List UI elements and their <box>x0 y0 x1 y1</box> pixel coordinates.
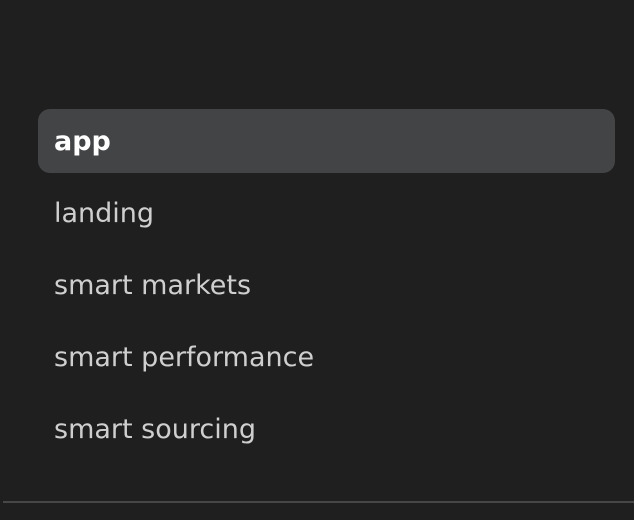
menu-item-app[interactable]: app <box>38 109 615 173</box>
divider <box>3 501 634 503</box>
menu-item-label: smart markets <box>54 269 252 301</box>
menu-item-smart-sourcing[interactable]: smart sourcing <box>38 397 615 461</box>
project-menu: app landing smart markets smart performa… <box>38 109 615 469</box>
menu-item-label: landing <box>54 197 155 229</box>
menu-item-label: smart performance <box>54 341 315 373</box>
menu-item-smart-markets[interactable]: smart markets <box>38 253 615 317</box>
menu-item-label: smart sourcing <box>54 413 256 445</box>
menu-item-landing[interactable]: landing <box>38 181 615 245</box>
menu-item-label: app <box>54 125 111 157</box>
menu-item-smart-performance[interactable]: smart performance <box>38 325 615 389</box>
